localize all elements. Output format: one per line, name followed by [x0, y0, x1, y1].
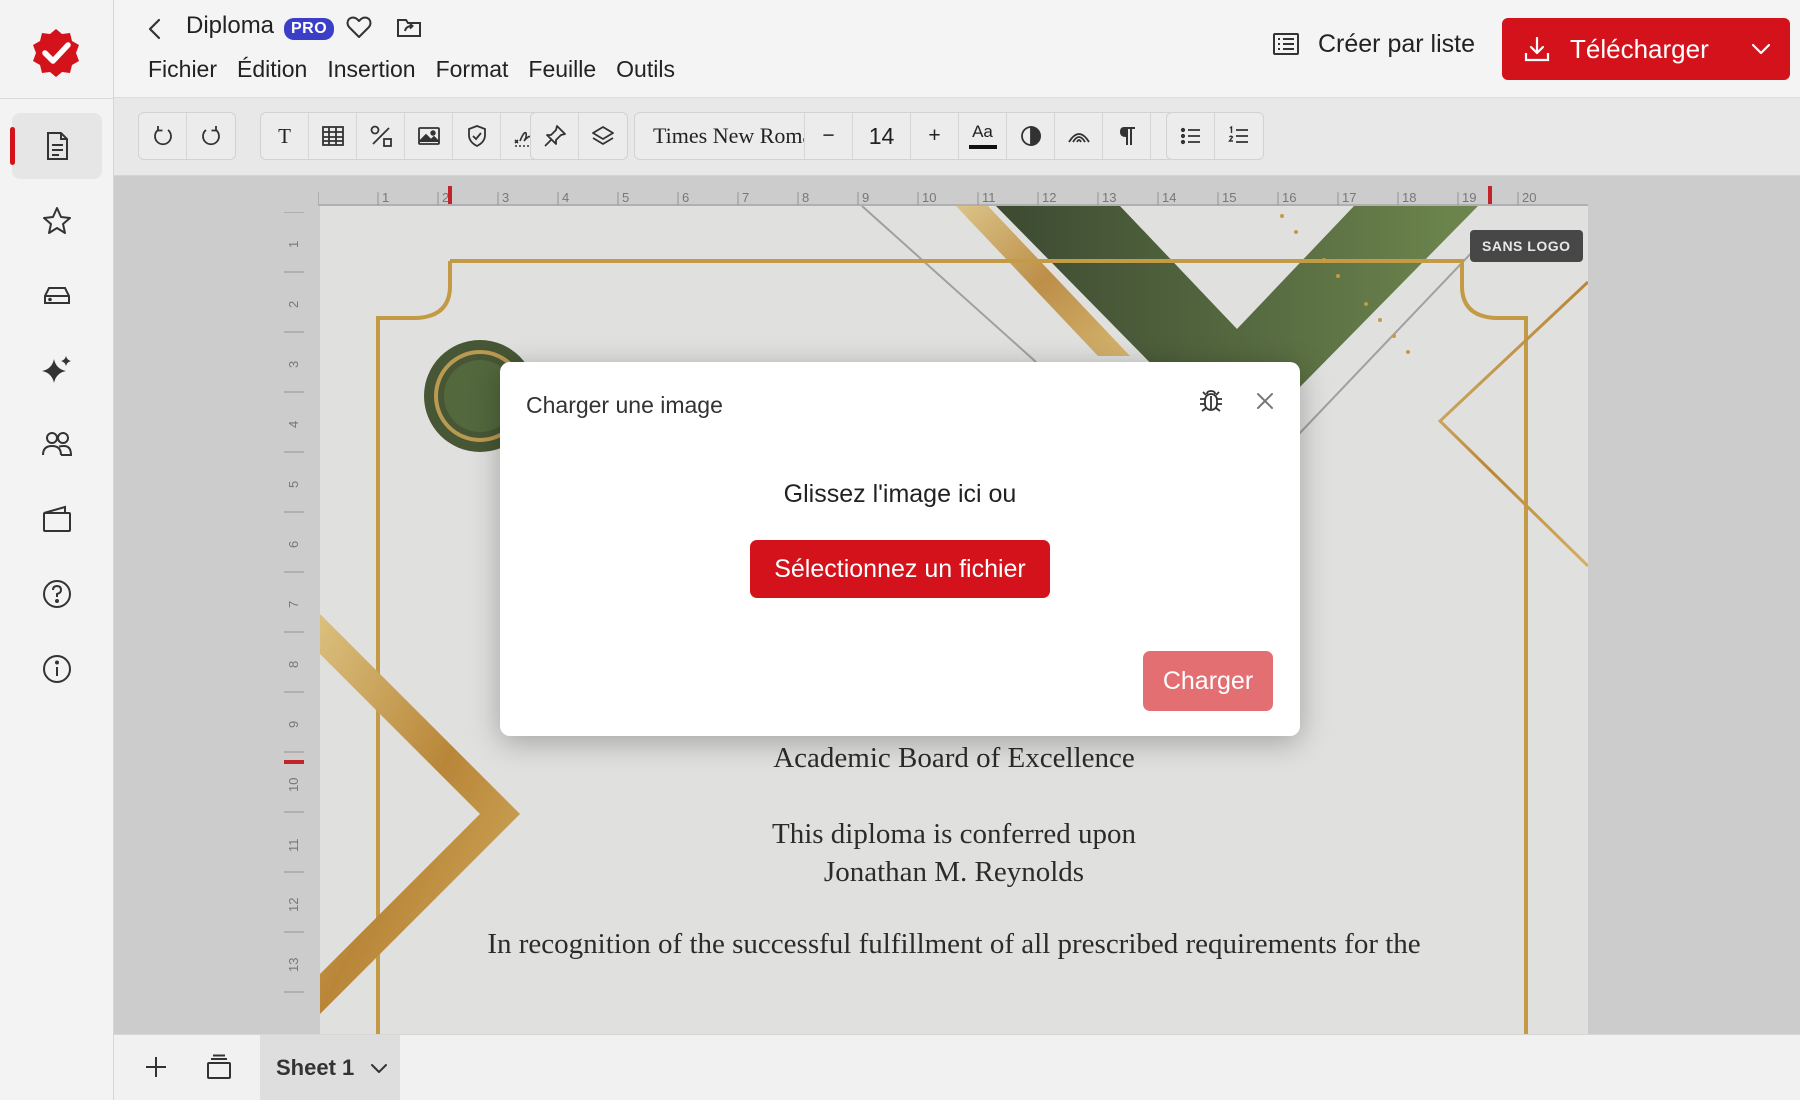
top-header: Diploma PRO Fichier Édition Insertion Fo…: [114, 0, 1800, 98]
redo-icon: [202, 126, 220, 146]
download-label: Télécharger: [1570, 33, 1709, 64]
minus-icon: −: [822, 124, 835, 147]
chevron-down-icon[interactable]: [368, 1057, 390, 1079]
numbered-list-icon: [1228, 125, 1248, 143]
image-tool-button[interactable]: [405, 113, 453, 159]
info-icon: [43, 655, 71, 683]
shapes-tool-button[interactable]: [357, 113, 405, 159]
document-title[interactable]: Diploma: [186, 12, 274, 40]
sheet-tab[interactable]: Sheet 1: [260, 1035, 400, 1100]
app-logo[interactable]: [28, 26, 84, 82]
arc-text-icon: [1067, 133, 1090, 143]
sidebar-item-users[interactable]: [12, 411, 102, 477]
star-icon: [43, 207, 71, 234]
heart-icon[interactable]: [344, 12, 374, 42]
text-color-swatch: [968, 145, 997, 149]
sidebar-item-ai[interactable]: [12, 337, 102, 403]
curve-text-button[interactable]: [1055, 113, 1103, 159]
text-tool-button[interactable]: T: [261, 113, 309, 159]
sheet-bar: Sheet 1: [114, 1034, 1800, 1100]
dialog-title: Charger une image: [526, 392, 723, 418]
list-group: [1166, 112, 1264, 160]
sidebar-divider: [0, 98, 114, 99]
undo-button[interactable]: [139, 113, 187, 159]
upload-button[interactable]: Charger: [1143, 651, 1273, 711]
table-icon: [321, 126, 344, 146]
numbered-list-button[interactable]: [1215, 113, 1263, 159]
create-by-list-label: Créer par liste: [1318, 29, 1475, 58]
pin-button[interactable]: [531, 113, 579, 159]
plus-icon: +: [928, 124, 941, 147]
menu-insertion[interactable]: Insertion: [327, 56, 415, 83]
undo-icon: [153, 126, 172, 146]
font-family-select[interactable]: Times New Roman: [635, 113, 805, 159]
contrast-icon: [1020, 126, 1041, 146]
text-color-button[interactable]: Aa: [959, 113, 1007, 159]
sidebar-item-help[interactable]: [12, 561, 102, 627]
move-folder-icon[interactable]: [394, 12, 424, 42]
sheet-tab-label: Sheet 1: [276, 1055, 355, 1080]
font-size-input[interactable]: 14: [853, 113, 911, 159]
plus-icon[interactable]: [142, 1053, 170, 1081]
seal-tool-button[interactable]: [453, 113, 501, 159]
create-by-list-button[interactable]: Créer par liste: [1270, 28, 1475, 60]
drop-zone-text[interactable]: Glissez l'image ici ou: [500, 480, 1300, 509]
contrast-button[interactable]: [1007, 113, 1055, 159]
paragraph-button[interactable]: [1103, 113, 1151, 159]
shield-check-icon: [467, 125, 486, 148]
pro-badge: PRO: [284, 18, 335, 40]
bug-icon[interactable]: [1196, 386, 1226, 416]
help-icon: [43, 580, 71, 608]
insert-group: T: [260, 112, 550, 160]
history-group: [138, 112, 236, 160]
layers-button[interactable]: [579, 113, 627, 159]
menu-outils[interactable]: Outils: [616, 56, 675, 83]
menu-bar: Fichier Édition Insertion Format Feuille…: [148, 56, 675, 83]
bullet-list-button[interactable]: [1167, 113, 1215, 159]
sheets-list-icon[interactable]: [204, 1053, 234, 1083]
sidebar-item-wallet[interactable]: [12, 486, 102, 552]
download-button[interactable]: Télécharger: [1502, 18, 1790, 80]
left-sidebar: [0, 0, 114, 1100]
menu-feuille[interactable]: Feuille: [528, 56, 596, 83]
menu-format[interactable]: Format: [436, 56, 509, 83]
shapes-icon: [370, 125, 392, 147]
chevron-down-icon[interactable]: [1748, 36, 1774, 62]
sidebar-item-info[interactable]: [12, 636, 102, 702]
sidebar-item-document[interactable]: [10, 113, 102, 179]
drive-icon: [44, 287, 70, 304]
users-icon: [42, 432, 73, 456]
redo-button[interactable]: [187, 113, 235, 159]
list-icon: [1273, 33, 1299, 55]
formatting-toolbar: T Times New Roman − 14 + Aa: [114, 98, 1800, 176]
download-icon: [1524, 36, 1550, 62]
menu-edition[interactable]: Édition: [237, 56, 307, 83]
image-icon: [417, 127, 440, 145]
layers-icon: [592, 126, 614, 146]
upload-image-dialog: Charger une image Glissez l'image ici ou…: [500, 362, 1300, 736]
select-file-button[interactable]: Sélectionnez un fichier: [750, 540, 1050, 598]
text-color-icon: Aa: [972, 122, 993, 141]
text-format-group: Times New Roman − 14 + Aa: [634, 112, 1248, 160]
document-icon: [47, 132, 68, 160]
table-tool-button[interactable]: [309, 113, 357, 159]
arrange-group: [530, 112, 628, 160]
menu-fichier[interactable]: Fichier: [148, 56, 217, 83]
bullet-list-icon: [1180, 127, 1200, 145]
sidebar-item-drive[interactable]: [12, 262, 102, 328]
back-arrow-icon[interactable]: [140, 14, 170, 44]
decrease-font-size-button[interactable]: −: [805, 113, 853, 159]
text-tool-icon: T: [278, 123, 291, 148]
sidebar-item-favorites[interactable]: [12, 188, 102, 254]
pin-icon: [543, 125, 566, 147]
close-icon[interactable]: [1252, 388, 1278, 414]
wallet-icon: [43, 505, 71, 532]
increase-font-size-button[interactable]: +: [911, 113, 959, 159]
sparkle-icon: [42, 356, 71, 383]
pilcrow-icon: [1119, 127, 1135, 145]
